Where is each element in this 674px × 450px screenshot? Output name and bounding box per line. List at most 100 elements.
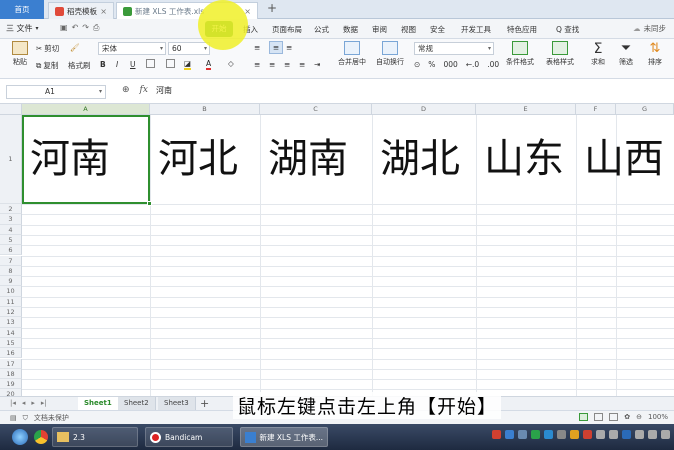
wrap-text-button[interactable]: 自动换行 (370, 41, 410, 67)
macro-icon[interactable]: ▤ (10, 414, 17, 422)
save-icon[interactable]: ▣ (60, 23, 68, 33)
conditional-format-button[interactable]: 条件格式 (500, 41, 540, 67)
bold-button[interactable]: B (100, 60, 106, 69)
redo-icon[interactable]: ↷ (82, 23, 89, 33)
new-tab-button[interactable]: + (267, 1, 277, 15)
tab-template[interactable]: 稻壳模板 × (48, 2, 114, 19)
function-button[interactable]: fx (140, 85, 148, 95)
tray-icon[interactable] (609, 430, 618, 439)
tray-icon[interactable] (622, 430, 631, 439)
column-header[interactable]: B (150, 104, 260, 115)
first-sheet-icon[interactable]: |◂ (10, 399, 16, 407)
search-button[interactable]: Q 查找 (556, 24, 579, 35)
tab-security[interactable]: 安全 (430, 24, 445, 35)
tab-page-layout[interactable]: 页面布局 (272, 24, 302, 35)
row-header[interactable]: 4 (0, 224, 22, 235)
folder-taskbar-button[interactable]: 2.3 (52, 427, 138, 447)
cell-d1[interactable]: 湖北 (372, 115, 460, 203)
column-header[interactable]: E (476, 104, 576, 115)
next-sheet-icon[interactable]: ▸ (31, 399, 35, 407)
clear-button[interactable]: ◇ (228, 59, 234, 68)
cell-b1[interactable]: 河北 (150, 115, 238, 203)
tab-view[interactable]: 视图 (401, 24, 416, 35)
last-sheet-icon[interactable]: ▸| (41, 399, 47, 407)
merge-cells-small-button[interactable] (166, 59, 175, 68)
brush-icon[interactable]: 🖌 (70, 43, 80, 52)
cell-c1[interactable]: 湖南 (260, 115, 348, 203)
row-header[interactable]: 7 (0, 255, 22, 266)
currency-icon[interactable]: ⊙ (414, 60, 420, 69)
active-cell-selection[interactable] (22, 115, 152, 206)
row-header[interactable]: 11 (0, 296, 22, 307)
underline-button[interactable]: U (130, 60, 136, 69)
row-header[interactable]: 9 (0, 276, 22, 287)
tray-icon[interactable] (596, 430, 605, 439)
spreadsheet-grid[interactable]: A B C D E F G 1 河南 河北 湖南 湖北 山东 山西 234567… (0, 104, 674, 396)
row-header[interactable]: 19 (0, 379, 22, 390)
row-header[interactable]: 5 (0, 234, 22, 246)
cell-e1[interactable]: 山东 (476, 115, 564, 203)
bandicam-taskbar-button[interactable]: Bandicam (145, 427, 233, 447)
row-header[interactable]: 2 (0, 204, 22, 215)
sheet-tab[interactable]: Sheet1 (78, 397, 119, 410)
normal-view-icon[interactable] (579, 413, 589, 421)
reading-mode-icon[interactable]: ✿ (624, 413, 630, 421)
row-header[interactable]: 10 (0, 286, 22, 297)
sheet-tab[interactable]: Sheet3 (158, 397, 196, 410)
tab-special-apps[interactable]: 特色应用 (507, 24, 537, 35)
decrease-decimal-icon[interactable]: .00 (487, 60, 499, 69)
row-header[interactable]: 6 (0, 245, 22, 256)
column-header[interactable]: A (22, 104, 150, 115)
undo-icon[interactable]: ↶ (72, 23, 79, 33)
row-header[interactable]: 3 (0, 214, 22, 225)
percent-icon[interactable]: % (428, 60, 435, 69)
tab-data[interactable]: 数据 (343, 24, 358, 35)
cut-button[interactable]: ✂ 剪切 (36, 43, 59, 54)
name-box[interactable]: A1 ▾ (6, 85, 106, 99)
row-header[interactable]: 14 (0, 327, 22, 338)
font-color-button[interactable]: A (206, 59, 212, 70)
row-header[interactable]: 18 (0, 368, 22, 380)
zoom-out-icon[interactable]: ⊖ (636, 413, 642, 421)
justify-button[interactable]: ≡ (299, 60, 305, 69)
tab-review[interactable]: 审阅 (372, 24, 387, 35)
sort-button[interactable]: ⇅ 排序 (640, 41, 670, 67)
sum-button[interactable]: Σ 求和 (584, 41, 612, 67)
italic-button[interactable]: I (116, 60, 118, 69)
font-size-select[interactable]: 60 ▾ (168, 42, 210, 55)
column-header[interactable]: D (372, 104, 476, 115)
row-header[interactable]: 8 (0, 265, 22, 277)
thousands-icon[interactable]: 000 (443, 60, 457, 69)
tab-developer[interactable]: 开发工具 (461, 24, 491, 35)
font-name-select[interactable]: 宋体 ▾ (98, 42, 166, 55)
number-format-select[interactable]: 常规 ▾ (414, 42, 494, 55)
align-top-button[interactable]: ≡ (254, 43, 260, 52)
align-right-button[interactable]: ≡ (284, 60, 290, 69)
protection-status[interactable]: 文档未保护 (34, 413, 69, 423)
tray-icon[interactable] (661, 430, 670, 439)
increase-decimal-icon[interactable]: ←.0 (466, 60, 479, 69)
align-left-button[interactable]: ≡ (254, 60, 260, 69)
format-painter-button[interactable]: 格式刷 (68, 60, 91, 71)
paste-button[interactable]: 粘贴 (0, 41, 40, 67)
start-button[interactable] (8, 427, 32, 447)
tray-icon[interactable] (557, 430, 566, 439)
border-button[interactable] (146, 59, 155, 68)
row-header[interactable]: 13 (0, 317, 22, 328)
tray-icon[interactable] (531, 430, 540, 439)
column-header[interactable]: C (260, 104, 372, 115)
sheet-tab[interactable]: Sheet2 (118, 397, 156, 410)
zoom-level[interactable]: 100% (648, 413, 668, 421)
close-icon[interactable]: × (100, 7, 107, 16)
align-center-button[interactable]: ≡ (269, 60, 275, 69)
tray-icon[interactable] (505, 430, 514, 439)
wps-taskbar-button[interactable]: 新建 XLS 工作表... (240, 427, 328, 447)
fill-handle[interactable] (147, 201, 152, 206)
row-header[interactable]: 20 (0, 389, 22, 396)
fill-color-button[interactable]: ◪ (184, 59, 192, 70)
sync-status[interactable]: ☁ 未同步 (633, 23, 666, 34)
indent-button[interactable]: ⇥ (314, 60, 320, 69)
row-header[interactable]: 16 (0, 348, 22, 359)
add-sheet-button[interactable]: + (200, 397, 209, 410)
chrome-taskbar-button[interactable] (30, 427, 52, 447)
